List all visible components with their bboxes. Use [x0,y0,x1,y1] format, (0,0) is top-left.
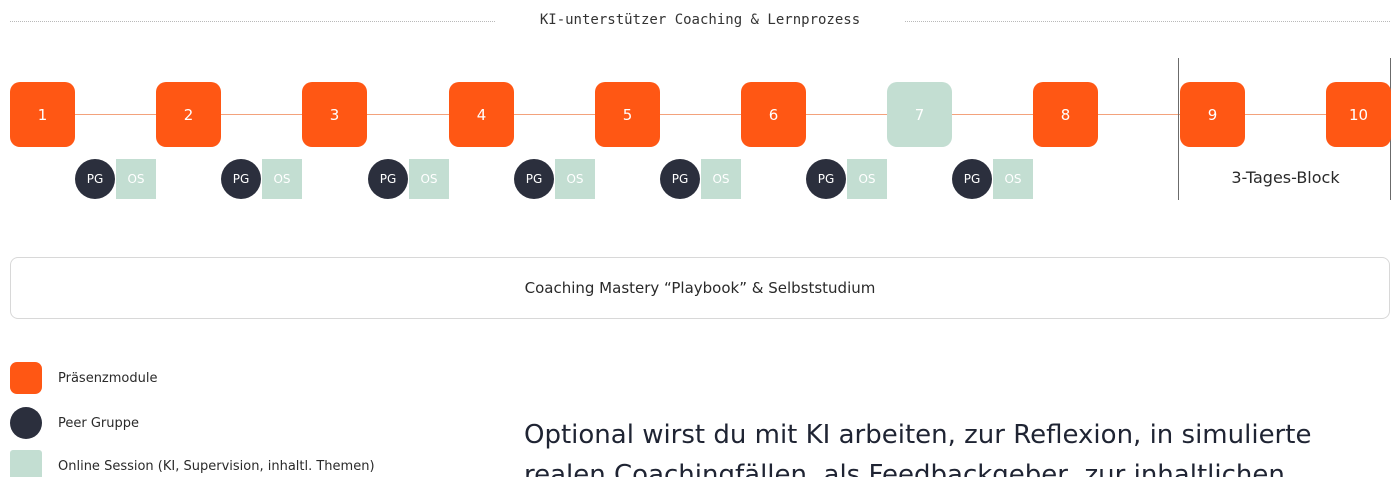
module-6: 6 [741,82,806,147]
praesenz-swatch-icon [10,362,42,394]
module-5: 5 [595,82,660,147]
online-session-badge-7: OS [993,159,1033,199]
module-10: 10 [1326,82,1391,147]
playbook-bar: Coaching Mastery “Playbook” & Selbststud… [10,257,1390,319]
block-divider-left [1178,58,1179,200]
peer-group-badge-4: PG [514,159,554,199]
playbook-label: Coaching Mastery “Playbook” & Selbststud… [524,279,876,297]
legend-peer-group: Peer Gruppe [10,406,139,440]
peer-group-badge-3: PG [368,159,408,199]
legend-praesenz-label: Präsenzmodule [58,370,158,386]
online-session-badge-1: OS [116,159,156,199]
online-session-badge-5: OS [701,159,741,199]
online-session-badge-3: OS [409,159,449,199]
title-rule-right [905,21,1390,22]
coaching-process-diagram: KI-unterstützer Coaching & Lernprozess 1… [0,0,1400,477]
online-session-badge-6: OS [847,159,887,199]
legend-online-session-label: Online Session (KI, Supervision, inhaltl… [58,458,375,474]
peer-group-badge-5: PG [660,159,700,199]
legend-praesenz: Präsenzmodule [10,361,157,395]
module-4: 4 [449,82,514,147]
peer-group-swatch-icon [10,407,42,439]
optional-text-line-1: Optional wirst du mit KI arbeiten, zur R… [524,420,1312,450]
peer-group-badge-2: PG [221,159,261,199]
legend-online-session: Online Session (KI, Supervision, inhaltl… [10,449,375,477]
optional-ki-text: Optional wirst du mit KI arbeiten, zur R… [524,415,1400,477]
online-session-badge-4: OS [555,159,595,199]
three-day-block-label: 3-Tages-Block [1231,168,1340,187]
timeline-connector [42,114,1358,115]
online-session-swatch-icon [10,450,42,477]
peer-group-badge-7: PG [952,159,992,199]
optional-text-line-2: realen Coachingfällen, als Feedbackgeber… [524,460,1285,477]
legend-peer-group-label: Peer Gruppe [58,415,140,431]
peer-group-badge-1: PG [75,159,115,199]
module-3: 3 [302,82,367,147]
module-9: 9 [1180,82,1245,147]
module-2: 2 [156,82,221,147]
online-session-badge-2: OS [262,159,302,199]
module-7: 7 [887,82,952,147]
peer-group-badge-6: PG [806,159,846,199]
diagram-title: KI-unterstützer Coaching & Lernprozess [539,12,861,28]
module-8: 8 [1033,82,1098,147]
title-rule-left [10,21,495,22]
module-1: 1 [10,82,75,147]
